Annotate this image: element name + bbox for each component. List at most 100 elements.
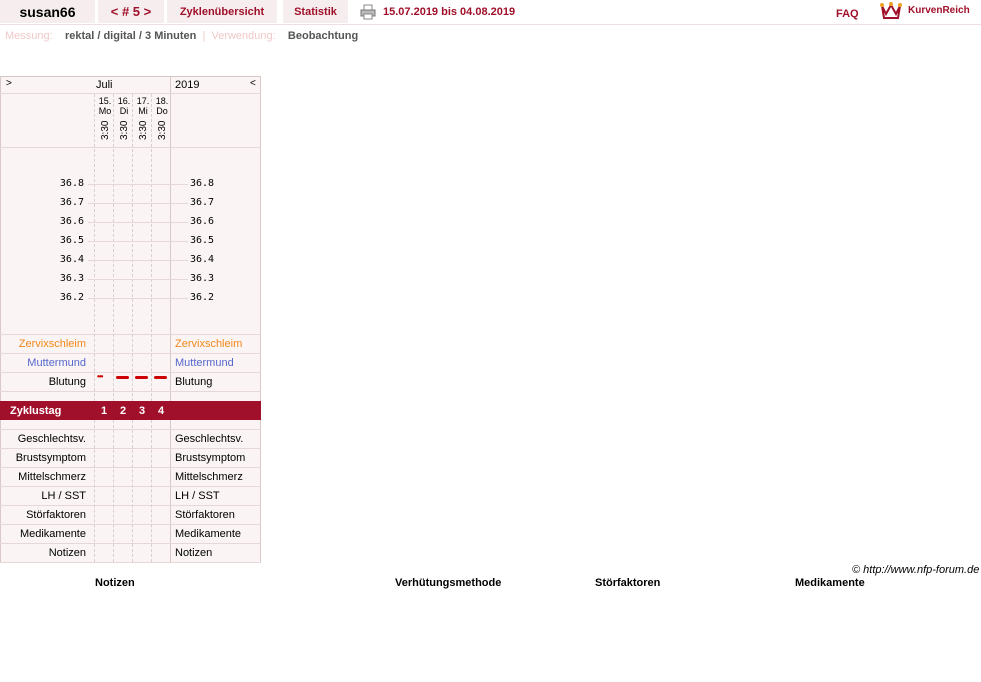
day-date: 16. [117,96,131,106]
row-label-breast-right: Brustsymptom [175,452,246,464]
row-label-notes-right: Notizen [175,547,213,559]
chart-border-right [260,76,261,563]
row-label-mucus-right: Zervixschleim [175,338,243,350]
disturbances-heading: Störfaktoren [595,577,661,589]
temp-gridline [88,260,188,261]
cycle-period: 15.07.2019 bis 04.08.2019 [383,6,516,18]
temp-label-left: 36.4 [59,254,84,265]
row-label-intercourse: Geschlechtsv. [17,433,86,445]
row-line [0,448,261,449]
time-text: 3:30 [138,120,149,140]
time-text: 3:30 [100,120,111,140]
row-line [0,467,261,468]
temp-label-left: 36.7 [59,197,84,208]
next-month-button[interactable]: < [250,78,256,89]
printer-icon[interactable] [360,4,376,20]
temp-gridline [88,241,188,242]
day-weekday: Mo [98,106,112,116]
row-label-breast: Brustsymptom [15,452,86,464]
row-line [0,334,261,335]
temp-gridline [88,184,188,185]
prev-month-button[interactable]: > [6,78,12,89]
cycle-navigator[interactable]: < # 5 > [98,0,164,23]
measure-time: 3:30 [134,120,152,146]
temp-label-right: 36.6 [190,216,215,227]
copyright[interactable]: © http://www.nfp-forum.de [852,564,979,576]
time-text: 3:30 [157,120,168,140]
temp-gridline [88,222,188,223]
separator: | [202,30,206,42]
temp-gridline [88,298,188,299]
top-bar: susan66 < # 5 > Zyklenübersicht Statisti… [0,0,981,25]
row-label-disturb: Störfaktoren [26,509,86,521]
row-label-disturb-right: Störfaktoren [175,509,235,521]
day-divider [94,334,95,401]
header-line [0,93,261,94]
day-divider [94,420,95,562]
temp-gridline [88,279,188,280]
tab-statistics[interactable]: Statistik [283,0,348,23]
day-divider [132,334,133,401]
day-divider [113,334,114,401]
temp-label-right: 36.4 [190,254,215,265]
row-label-cervix: Muttermund [27,357,86,369]
time-text: 3:30 [119,120,130,140]
cycle-day-row: Zyklustag 1 2 3 4 [0,401,261,420]
faq-link[interactable]: FAQ [836,8,859,20]
row-label-lh-right: LH / SST [175,490,220,502]
row-line [0,429,261,430]
cycle-day-number: 1 [100,405,108,417]
kurvenreich-logo[interactable]: KurvenReich [880,2,980,20]
temp-label-right: 36.8 [190,178,215,189]
temp-label-right: 36.3 [190,273,215,284]
cycle-day-number: 4 [157,405,165,417]
temp-label-right: 36.7 [190,197,215,208]
row-label-mucus: Zervixschleim [18,338,86,350]
day-date: 17. [136,96,150,106]
bleeding-mark [154,376,167,379]
bleeding-light-mark: ••• [97,372,103,381]
notes-heading: Notizen [95,577,135,589]
row-line [0,505,261,506]
bleeding-mark [135,376,148,379]
temp-label-left: 36.5 [59,235,84,246]
row-line [0,486,261,487]
year-label: 2019 [175,79,200,91]
usage-label: Verwendung: [211,30,276,42]
day-divider [94,94,95,332]
day-weekday: Di [119,106,129,116]
measure-time: 3:30 [115,120,133,146]
row-line [0,543,261,544]
temp-label-left: 36.8 [59,178,84,189]
row-label-midpain: Mittelschmerz [18,471,86,483]
day-divider [151,334,152,401]
row-line [0,391,261,392]
cycle-chart: > Juli 2019 < 15. Mo 16. Di 17. Mi 18. Do 3:… [0,76,261,563]
measure-time: 3:30 [96,120,114,146]
logo-text: KurvenReich [908,5,970,16]
row-label-meds-right: Medikamente [175,528,242,540]
row-label-midpain-right: Mittelschmerz [175,471,243,483]
temp-label-left: 36.2 [59,292,84,303]
user-name: susan66 [0,0,95,23]
measurement-info: Messung: rektal / digital / 3 Minuten | … [5,30,358,42]
row-label-bleeding: Blutung [48,376,86,388]
row-label-lh: LH / SST [41,490,86,502]
temp-label-right: 36.5 [190,235,215,246]
measure-time: 3:30 [153,120,171,146]
day-date: 18. [155,96,169,106]
day-header: 18. Do [153,96,171,116]
day-weekday: Do [156,106,168,116]
row-label-meds: Medikamente [19,528,86,540]
row-label-bleeding-right: Blutung [175,376,213,388]
cycle-day-label: Zyklustag [10,405,62,417]
bleeding-mark [116,376,129,379]
day-header: 16. Di [115,96,133,116]
day-header: 17. Mi [134,96,152,116]
row-line [0,524,261,525]
header-bottom-line [0,147,261,148]
day-weekday: Mi [138,106,148,116]
tab-cycle-overview[interactable]: Zyklenübersicht [167,0,277,23]
measurement-value: rektal / digital / 3 Minuten [64,30,197,42]
day-header: 15. Mo [96,96,114,116]
